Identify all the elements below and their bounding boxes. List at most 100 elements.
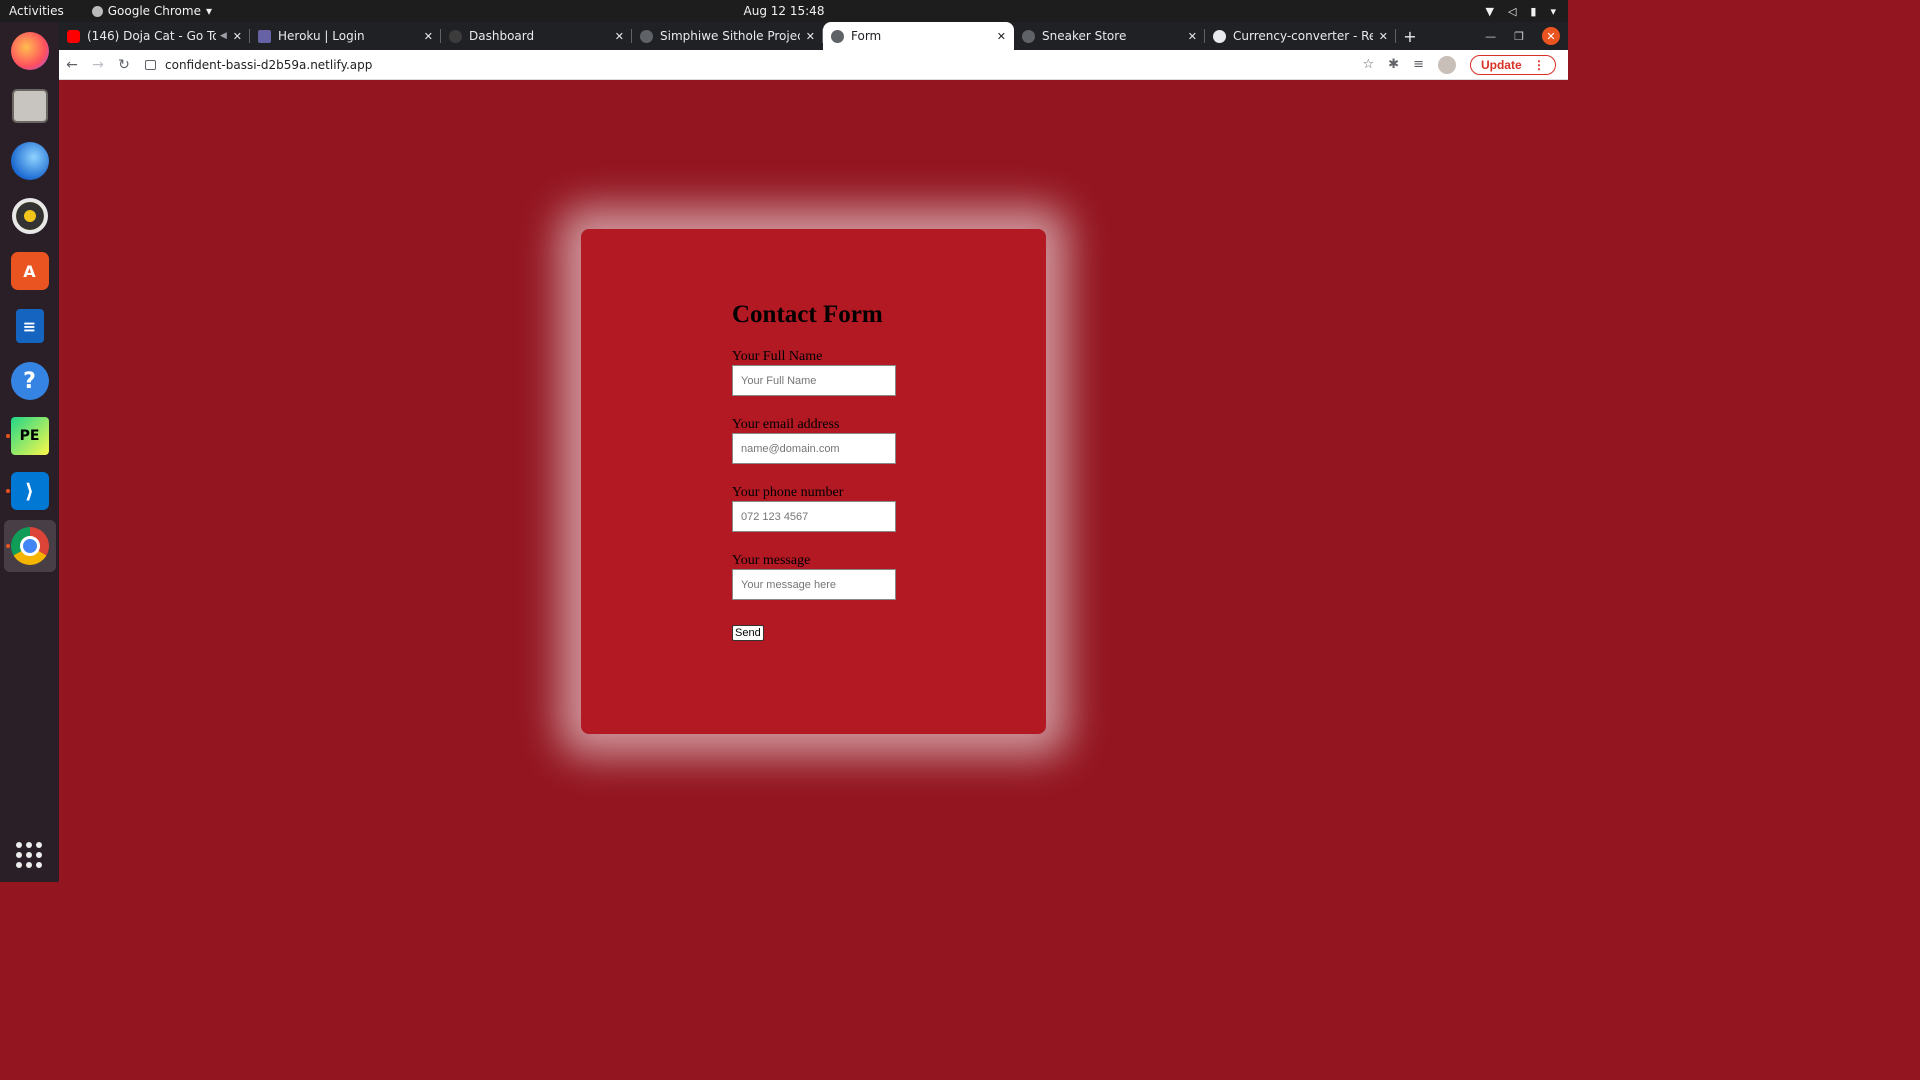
battery-icon: ▮ (1530, 4, 1537, 18)
heroku-icon (258, 29, 271, 43)
send-button[interactable]: Send (732, 625, 764, 641)
app-menu-label: Google Chrome (107, 4, 201, 18)
globe-icon (831, 29, 844, 43)
update-button[interactable]: Update ⋮ (1469, 54, 1556, 75)
help-icon: ? (10, 362, 49, 400)
close-icon[interactable]: ✕ (806, 30, 815, 43)
activities-button[interactable]: Activities (0, 4, 74, 18)
youtube-icon (67, 29, 80, 43)
chrome-icon (10, 527, 49, 565)
pycharm-icon: PE (10, 417, 49, 455)
full-name-input[interactable] (732, 365, 896, 396)
tab-title: (146) Doja Cat - Go To (87, 29, 216, 43)
dock-rhythmbox[interactable] (4, 190, 56, 242)
phone-label: Your phone number (732, 485, 844, 500)
wifi-icon: ▼ (1485, 4, 1494, 18)
extensions-icon[interactable]: ✱ (1388, 57, 1399, 72)
update-label: Update (1480, 57, 1522, 72)
new-tab-button[interactable]: + (1396, 22, 1424, 50)
dock-chrome[interactable] (3, 520, 56, 572)
tab-simphiwe[interactable]: Simphiwe Sithole Project ✕ (632, 22, 823, 50)
close-icon[interactable]: ✕ (1188, 30, 1197, 43)
writer-icon: ≡ (15, 309, 44, 343)
vscode-icon: ⟩ (10, 472, 49, 510)
bookmark-star-icon[interactable]: ☆ (1363, 57, 1375, 72)
back-button[interactable]: ← (59, 57, 85, 73)
close-icon[interactable]: ✕ (997, 30, 1006, 43)
tab-heroku[interactable]: Heroku | Login ✕ (250, 22, 441, 50)
email-input[interactable] (732, 433, 896, 464)
message-input[interactable] (732, 569, 896, 600)
lock-icon (145, 59, 156, 70)
browser-tab-strip: (146) Doja Cat - Go To ◀ ✕ Heroku | Logi… (59, 22, 1568, 50)
full-name-label: Your Full Name (732, 349, 823, 364)
dock-files[interactable] (4, 80, 56, 132)
close-icon[interactable]: ✕ (1379, 30, 1388, 43)
dock: A ≡ ? PE ⟩ (0, 22, 59, 882)
tab-currency-converter[interactable]: Currency-converter - Rep ✕ (1205, 22, 1396, 50)
dock-vscode[interactable]: ⟩ (4, 465, 56, 517)
dock-pycharm[interactable]: PE (4, 410, 56, 462)
tab-title: Form (851, 29, 882, 43)
maximize-icon[interactable]: ❐ (1514, 30, 1524, 43)
message-label: Your message (732, 553, 811, 568)
tab-dashboard[interactable]: Dashboard ✕ (441, 22, 632, 50)
tab-title: Dashboard (469, 29, 535, 43)
thunderbird-icon (10, 142, 49, 180)
page-content: Contact Form Your Full Name Your email a… (59, 80, 1568, 882)
system-top-bar: Activities Google Chrome ▾ Aug 12 15:48 … (0, 0, 1568, 22)
globe-icon (640, 29, 653, 43)
tab-title: Simphiwe Sithole Project (660, 29, 800, 43)
url-text: confident-bassi-d2b59a.netlify.app (165, 57, 373, 72)
minimize-icon[interactable]: — (1485, 30, 1496, 43)
tab-title: Heroku | Login (278, 29, 365, 43)
email-label: Your email address (732, 417, 840, 432)
rhythmbox-icon (11, 198, 48, 234)
dashboard-icon (449, 29, 462, 43)
dock-firefox[interactable] (4, 25, 56, 77)
system-tray[interactable]: ▼ ◁ ▮ ▾ (1485, 5, 1556, 18)
dock-writer[interactable]: ≡ (4, 300, 56, 352)
replit-icon (1213, 29, 1226, 43)
reload-button[interactable]: ↻ (111, 57, 137, 73)
running-indicator (5, 489, 10, 493)
contact-card: Contact Form Your Full Name Your email a… (581, 229, 1046, 734)
tray-chevron-down-icon: ▾ (1550, 4, 1556, 18)
dock-help[interactable]: ? (4, 355, 56, 407)
contact-form: Contact Form Your Full Name Your email a… (732, 301, 902, 641)
tab-title: Sneaker Store (1042, 29, 1127, 43)
app-menu[interactable]: Google Chrome ▾ (91, 4, 212, 18)
tab-title: Currency-converter - Rep (1233, 29, 1373, 43)
volume-icon: ◁ (1507, 4, 1517, 18)
window-controls: — ❐ ✕ (1485, 22, 1560, 50)
tab-sneaker-store[interactable]: Sneaker Store ✕ (1014, 22, 1205, 50)
globe-icon (1022, 29, 1035, 43)
chrome-small-icon (91, 5, 103, 17)
kebab-menu-icon: ⋮ (1533, 57, 1545, 72)
clock[interactable]: Aug 12 15:48 (744, 4, 825, 18)
address-bar[interactable]: confident-bassi-d2b59a.netlify.app (145, 58, 1363, 72)
close-icon[interactable]: ✕ (424, 30, 433, 43)
window-close-icon[interactable]: ✕ (1542, 27, 1560, 45)
software-center-icon: A (10, 252, 49, 290)
tab-form[interactable]: Form ✕ (823, 22, 1014, 50)
close-icon[interactable]: ✕ (615, 30, 624, 43)
toolbar-actions: ☆ ✱ ≡ Update ⋮ (1363, 54, 1556, 75)
running-indicator (5, 434, 10, 438)
firefox-icon (10, 32, 49, 70)
phone-input[interactable] (732, 501, 896, 532)
show-apps-icon[interactable] (16, 842, 42, 868)
profile-avatar[interactable] (1437, 55, 1456, 74)
dock-software[interactable]: A (4, 245, 56, 297)
close-icon[interactable]: ✕ (233, 30, 242, 43)
speaker-icon: ◀ (219, 31, 227, 41)
reading-list-icon[interactable]: ≡ (1413, 57, 1424, 72)
dock-thunderbird[interactable] (4, 135, 56, 187)
browser-toolbar: ← → ↻ confident-bassi-d2b59a.netlify.app… (59, 50, 1568, 80)
chevron-down-icon: ▾ (205, 4, 212, 18)
forward-button[interactable]: → (85, 57, 111, 73)
tab-youtube[interactable]: (146) Doja Cat - Go To ◀ ✕ (59, 22, 250, 50)
files-icon (11, 89, 48, 123)
form-title: Contact Form (732, 301, 883, 328)
running-indicator (5, 544, 10, 548)
